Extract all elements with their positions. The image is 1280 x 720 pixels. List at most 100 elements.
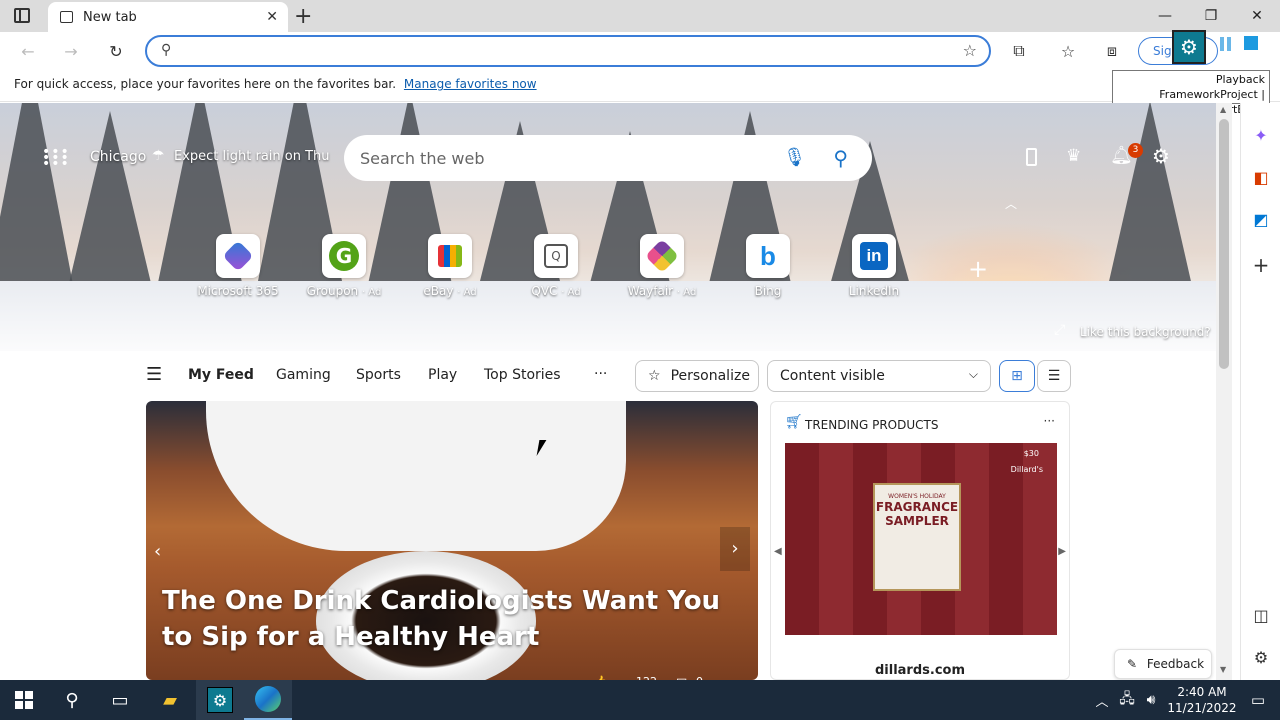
trending-products-card[interactable]: 🛒︎ TRENDING PRODUCTS ··· ◀ WOMEN'S HOLID… <box>770 401 1070 680</box>
volume-icon[interactable]: 🔊︎ <box>1136 680 1166 720</box>
product-image[interactable]: WOMEN'S HOLIDAY FRAGRANCE SAMPLER $30 Di… <box>785 443 1057 635</box>
quick-link-qvc[interactable]: Q <box>534 234 578 278</box>
minimize-button[interactable]: — <box>1142 0 1188 32</box>
tab-new-tab[interactable]: New tab ✕ <box>48 2 288 32</box>
tab-sports[interactable]: Sports <box>356 367 401 383</box>
quick-link-wayfair[interactable] <box>640 234 684 278</box>
quick-link-label: QVC · Ad <box>531 284 581 298</box>
scroll-up-icon[interactable]: ▲ <box>1220 105 1226 114</box>
like-background-link[interactable]: Like this background? <box>1080 325 1211 339</box>
stop-icon[interactable] <box>1244 36 1258 50</box>
file-explorer-icon[interactable]: ▰ <box>146 680 194 720</box>
quick-link-groupon[interactable]: G <box>322 234 366 278</box>
grid-view-button[interactable]: ⊞ <box>999 360 1035 392</box>
quick-link-label: Bing <box>754 284 782 298</box>
content-visibility-select[interactable]: Content visible ⌵ <box>767 360 991 392</box>
restore-button[interactable]: ❐ <box>1188 0 1234 32</box>
personalize-button[interactable]: ☆ Personalize <box>635 360 759 392</box>
more-options-icon[interactable]: ··· <box>1044 414 1055 428</box>
product-brand: Dillard's <box>1010 465 1043 474</box>
next-product-icon[interactable]: ▶ <box>1058 546 1066 557</box>
product-box: WOMEN'S HOLIDAY FRAGRANCE SAMPLER <box>873 483 961 591</box>
menu-icon[interactable]: ☰ <box>146 364 162 385</box>
refresh-icon[interactable]: ↻ <box>104 40 128 62</box>
notification-center-icon[interactable]: ▭ <box>1234 680 1280 720</box>
feed-navigation: ☰ My Feed Gaming Sports Play Top Stories… <box>146 360 1071 392</box>
pause-icon[interactable] <box>1218 37 1234 51</box>
qvc-icon: Q <box>544 244 568 268</box>
sign-in-label: Sig <box>1153 44 1172 58</box>
tab-my-feed[interactable]: My Feed <box>188 367 254 383</box>
close-tab-icon[interactable]: ✕ <box>266 9 278 25</box>
personalize-label: Personalize <box>670 368 750 384</box>
settings-icon[interactable]: ⚙ <box>1152 144 1170 168</box>
clock-time: 2:40 AM <box>1177 685 1227 699</box>
personalize-icon: ☆ <box>648 368 661 384</box>
start-windows-icon[interactable] <box>0 680 48 720</box>
web-search-box[interactable]: Search the web 🎙 ⚲ <box>344 135 872 181</box>
search-icon[interactable]: ⚲ <box>833 146 848 170</box>
add-sidebar-icon[interactable]: + <box>1249 253 1273 277</box>
feedback-button[interactable]: ✎ Feedback <box>1114 649 1212 679</box>
office-icon[interactable]: ◧ <box>1249 165 1273 189</box>
new-tab-button[interactable]: + <box>294 4 312 29</box>
quick-link-microsoft-365[interactable] <box>216 234 260 278</box>
article-sleeve <box>206 401 626 551</box>
outlook-icon[interactable]: ◩ <box>1249 207 1273 231</box>
clock-date: 11/21/2022 <box>1167 701 1237 715</box>
quick-link-bing[interactable]: b <box>746 234 790 278</box>
quick-link-ebay[interactable] <box>428 234 472 278</box>
edge-browser-icon[interactable] <box>244 680 292 720</box>
tab-play[interactable]: Play <box>428 367 457 383</box>
add-quick-link-icon[interactable]: + <box>968 255 988 283</box>
favorites-icon[interactable]: ☆ <box>1056 40 1080 62</box>
add-favorite-icon[interactable]: ☆ <box>963 41 977 60</box>
recorder-gear-icon[interactable]: ⚙ <box>1172 30 1206 64</box>
previous-product-icon[interactable]: ◀ <box>774 546 782 557</box>
mobile-icon[interactable] <box>1026 148 1037 166</box>
previous-article-icon[interactable]: ‹ <box>154 541 161 562</box>
list-view-button[interactable]: ☰ <box>1037 360 1071 392</box>
forward-icon[interactable]: → <box>59 40 83 62</box>
collections-icon[interactable]: ⧈ <box>1100 40 1124 62</box>
apps-launcher-icon[interactable]: ••• ••• ••• <box>42 145 69 171</box>
task-view-icon[interactable]: ▭ <box>96 680 144 720</box>
collapse-icon[interactable]: ︿ <box>1005 195 1017 212</box>
quick-link-linkedin[interactable]: in <box>852 234 896 278</box>
tab-title: New tab <box>83 9 137 25</box>
extensions-icon[interactable]: ⧉ <box>1007 40 1031 62</box>
tab-actions-icon[interactable] <box>14 8 30 23</box>
expand-icon: ⤢ <box>1054 322 1066 338</box>
recorder-tooltip: Playback FrameworkProject | StartEdge <box>1112 70 1270 116</box>
product-line-3: SAMPLER <box>885 514 949 528</box>
page-scrollbar[interactable]: ▲ ▼ <box>1216 103 1232 680</box>
weather-text[interactable]: Expect light rain on Thu <box>174 149 330 164</box>
weather-icon: ☂ <box>152 148 165 164</box>
tab-top-stories[interactable]: Top Stories <box>484 367 561 383</box>
taskbar-clock[interactable]: 2:40 AM 11/21/2022 <box>1164 684 1240 716</box>
scrollbar-thumb[interactable] <box>1219 119 1229 369</box>
sidebar-settings-icon[interactable]: ⚙ <box>1249 645 1273 669</box>
comments-icon[interactable]: ▭ <box>676 673 687 680</box>
microphone-icon[interactable]: 🎙 <box>783 147 806 168</box>
bing-icon: b <box>760 240 776 271</box>
sidebar-panel-icon[interactable]: ◫ <box>1249 603 1273 627</box>
copilot-icon[interactable]: ✦ <box>1249 123 1273 147</box>
location-text[interactable]: Chicago <box>90 149 146 165</box>
scroll-down-icon[interactable]: ▼ <box>1220 665 1226 674</box>
tab-gaming[interactable]: Gaming <box>276 367 331 383</box>
product-source[interactable]: dillards.com <box>771 663 1069 678</box>
more-tabs-button[interactable]: ··· <box>594 366 607 382</box>
recorder-app-icon[interactable]: ⚙ <box>196 680 244 720</box>
article-headline[interactable]: The One Drink Cardiologists Want You to … <box>162 583 742 655</box>
back-icon[interactable]: ← <box>16 40 40 62</box>
next-article-icon[interactable]: › <box>720 527 750 571</box>
groupon-icon: G <box>329 241 359 271</box>
manage-favorites-link[interactable]: Manage favorites now <box>404 77 537 91</box>
rewards-icon[interactable]: ♛ <box>1066 146 1081 166</box>
taskbar-search-icon[interactable]: ⚲ <box>48 680 96 720</box>
close-window-button[interactable]: ✕ <box>1234 0 1280 32</box>
search-icon: ⚲ <box>161 42 172 58</box>
address-bar[interactable]: ⚲ ☆ <box>145 35 991 67</box>
feature-article-card[interactable]: ‹ › The One Drink Cardiologists Want You… <box>146 401 758 680</box>
